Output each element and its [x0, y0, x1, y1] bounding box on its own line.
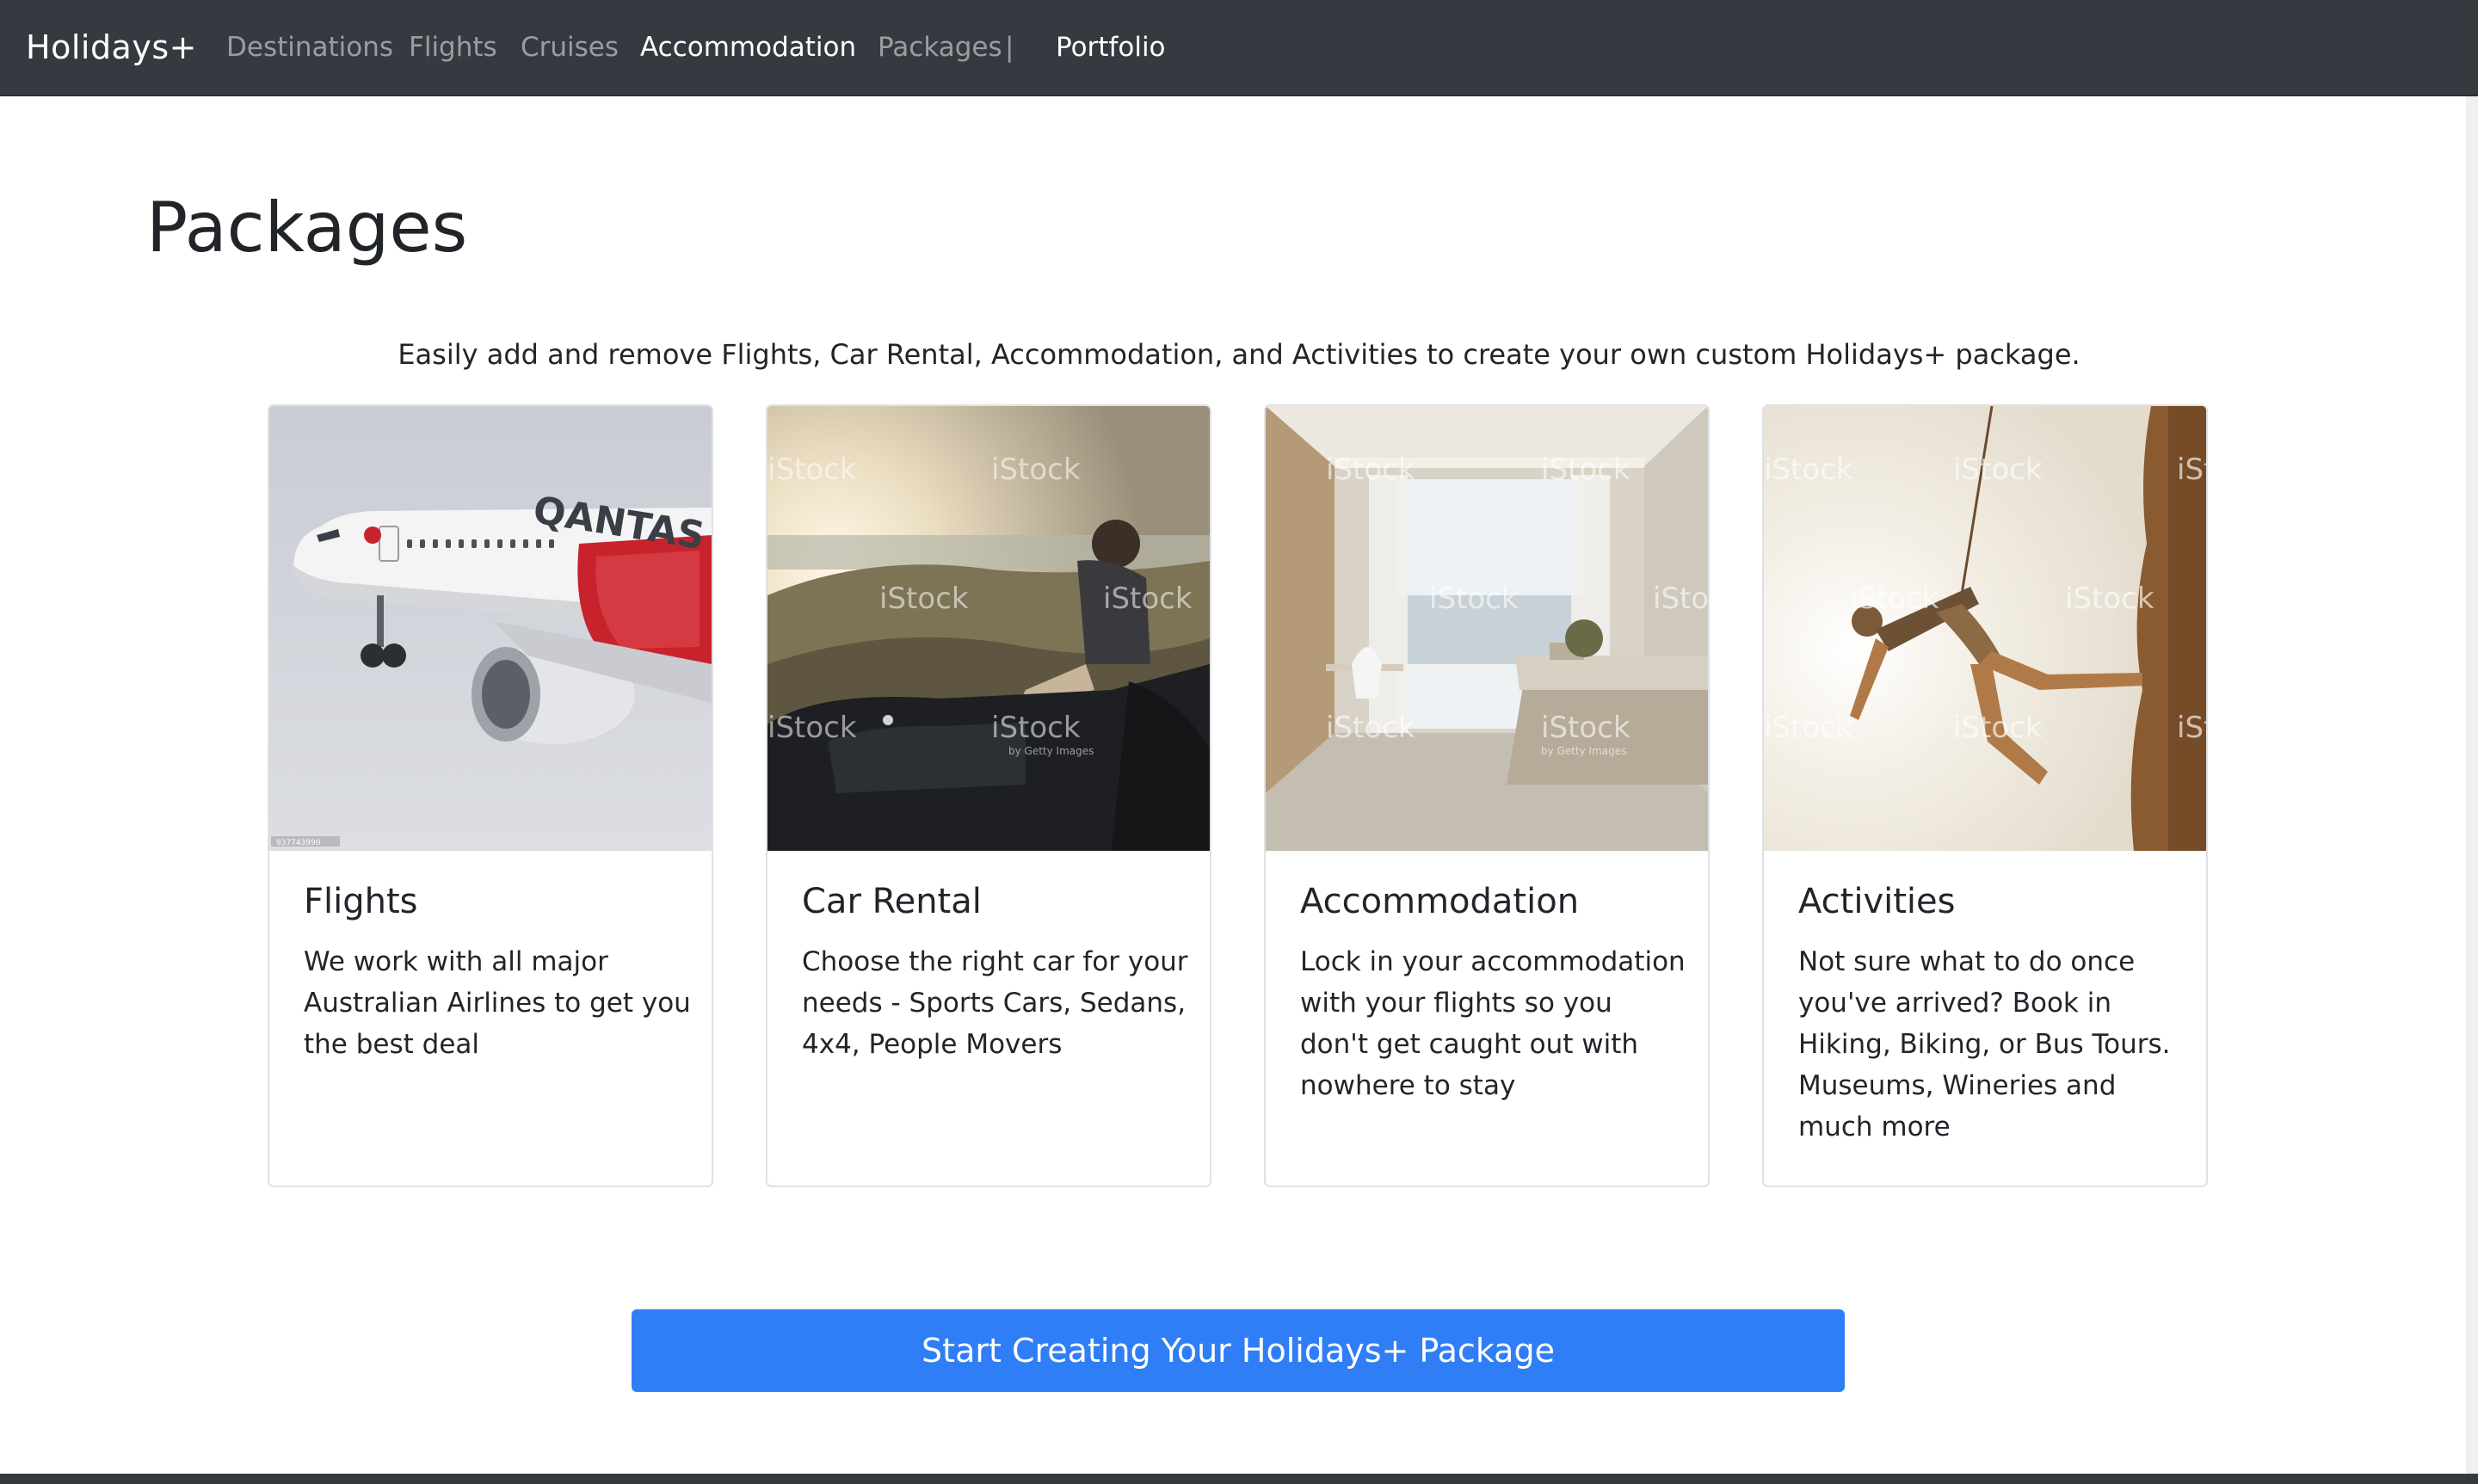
card-car-rental: iStock iStock iStock iStock iStock iStoc… [766, 404, 1211, 1187]
svg-text:iStock: iStock [767, 711, 857, 745]
card-text-activities: Not sure what to do once you've arrived?… [1798, 946, 2171, 1142]
svg-text:iStock: iStock [1653, 582, 1708, 616]
top-navbar: Holidays+ Destinations Flights Cruises A… [0, 0, 2478, 96]
svg-text:iStock: iStock [1326, 453, 1415, 487]
nav-separator: | [1005, 32, 1014, 63]
nav-cruises[interactable]: Cruises [521, 30, 619, 65]
svg-text:iStock: iStock [1953, 453, 2043, 487]
svg-text:iStock: iStock [1326, 711, 1415, 745]
nav-portfolio[interactable]: Portfolio [1056, 30, 1166, 65]
svg-text:iStock: iStock [1541, 711, 1630, 745]
brand-logo[interactable]: Holidays+ [26, 26, 197, 69]
airplane-image: QANTAS 937743990 [269, 406, 712, 851]
svg-text:iStock: iStock [879, 582, 969, 616]
card-title-flights: Flights [304, 882, 418, 921]
svg-text:by Getty Images: by Getty Images [1008, 745, 1094, 757]
start-creating-package-button[interactable]: Start Creating Your Holidays+ Package [632, 1309, 1845, 1392]
car-rental-image: iStock iStock iStock iStock iStock iStoc… [767, 406, 1210, 851]
svg-text:iStock: iStock [991, 453, 1081, 487]
hotel-room-image: iStock iStock iStock iStock iStock iStoc… [1266, 406, 1708, 851]
card-text-accommodation: Lock in your accommodation with your fli… [1300, 946, 1686, 1101]
svg-text:iStock: iStock [1541, 453, 1630, 487]
svg-text:by Getty Images: by Getty Images [1541, 745, 1626, 757]
svg-text:iStock: iStock [2177, 711, 2206, 745]
svg-text:iStock: iStock [767, 453, 857, 487]
card-title-activities: Activities [1798, 882, 1956, 921]
svg-text:iStock: iStock [2065, 582, 2154, 616]
svg-text:iStock: iStock [991, 711, 1081, 745]
card-text-flights: We work with all major Australian Airlin… [304, 946, 691, 1060]
page-intro: Easily add and remove Flights, Car Renta… [398, 338, 2080, 371]
svg-text:iStock: iStock [1850, 582, 1939, 616]
card-text-car-rental: Choose the right car for your needs - Sp… [802, 946, 1188, 1060]
svg-text:iStock: iStock [1764, 453, 1853, 487]
nav-accommodation[interactable]: Accommodation [640, 30, 856, 65]
svg-text:iStock: iStock [1953, 711, 2043, 745]
svg-text:iStock: iStock [1429, 582, 1519, 616]
svg-text:iStock: iStock [1103, 582, 1193, 616]
nav-packages[interactable]: Packages [878, 30, 1002, 65]
nav-destinations[interactable]: Destinations [226, 30, 393, 65]
footer-strip [0, 1474, 2478, 1484]
card-flights: QANTAS 937743990 Flights We work with al… [268, 404, 713, 1187]
card-title-car-rental: Car Rental [802, 882, 982, 921]
climbing-image: iStock iStock iStock iStock iStock iStoc… [1764, 406, 2206, 851]
svg-text:937743990: 937743990 [276, 839, 321, 847]
card-activities: iStock iStock iStock iStock iStock iStoc… [1762, 404, 2208, 1187]
page-title: Packages [146, 188, 468, 268]
svg-text:iStock: iStock [1764, 711, 1853, 745]
nav-flights[interactable]: Flights [409, 30, 497, 65]
page-right-edge [2466, 96, 2478, 1474]
card-title-accommodation: Accommodation [1300, 882, 1580, 921]
svg-text:iStock: iStock [2177, 453, 2206, 487]
card-accommodation: iStock iStock iStock iStock iStock iStoc… [1264, 404, 1710, 1187]
